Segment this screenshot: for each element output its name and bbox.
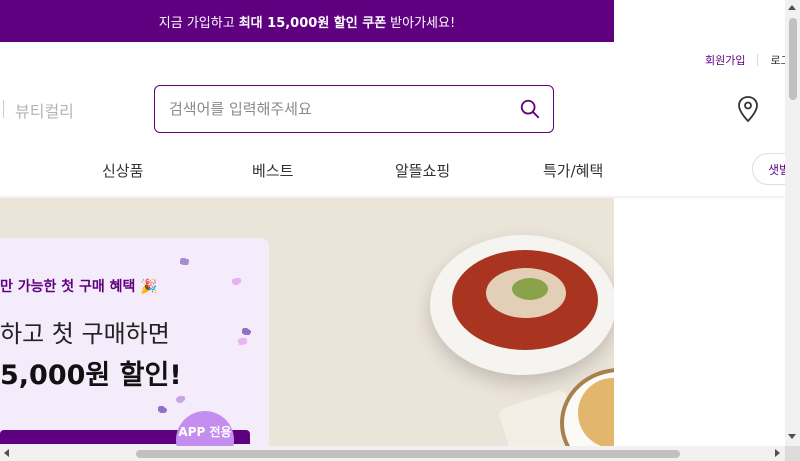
scroll-right-icon[interactable] xyxy=(775,449,780,457)
user-menu-divider xyxy=(757,54,759,66)
nav-item-new[interactable]: 신상품 xyxy=(102,160,143,181)
vertical-scroll-thumb[interactable] xyxy=(789,18,797,100)
scroll-down-icon[interactable] xyxy=(788,434,796,439)
confetti-icon xyxy=(232,278,241,285)
nav-item-best[interactable]: 베스트 xyxy=(252,160,293,181)
scroll-up-icon[interactable] xyxy=(788,5,796,10)
confetti-icon xyxy=(242,328,251,335)
topbar-highlight: 최대 15,000원 할인 쿠폰 xyxy=(238,15,387,31)
main-banner[interactable]: 만 가능한 첫 구매 혜택 🎉 하고 첫 구매하면 5,000원 할인! APP… xyxy=(0,198,614,446)
confetti-icon xyxy=(176,396,185,403)
promo-line-1: 만 가능한 첫 구매 혜택 🎉 xyxy=(0,279,158,295)
brand-divider xyxy=(3,100,4,118)
beauty-kurly-tab[interactable]: 뷰티컬리 xyxy=(15,98,74,122)
scroll-left-icon[interactable] xyxy=(4,449,9,457)
horizontal-scroll-thumb[interactable] xyxy=(136,450,680,458)
scrollbar-corner xyxy=(785,446,800,461)
confetti-icon xyxy=(158,406,167,413)
signup-link[interactable]: 회원가입 xyxy=(705,52,745,68)
topbar-suffix: 받아가세요! xyxy=(390,15,456,31)
banner-garnish xyxy=(512,278,548,300)
location-pin-icon[interactable] xyxy=(736,95,760,123)
horizontal-scrollbar[interactable] xyxy=(0,446,785,461)
topbar-prefix: 지금 가입하고 xyxy=(158,15,235,31)
promo-line-2: 하고 첫 구매하면 xyxy=(0,320,170,348)
confetti-icon xyxy=(238,338,247,345)
search-box xyxy=(154,85,554,133)
confetti-icon xyxy=(180,258,189,265)
promo-card[interactable]: 만 가능한 첫 구매 혜택 🎉 하고 첫 구매하면 5,000원 할인! xyxy=(0,238,269,446)
search-input[interactable] xyxy=(169,98,509,120)
promo-line-3: 5,000원 할인! xyxy=(0,360,182,391)
promo-top-bar[interactable]: 지금 가입하고 최대 15,000원 할인 쿠폰 받아가세요! xyxy=(0,0,614,42)
search-icon[interactable] xyxy=(519,98,541,120)
vertical-scrollbar[interactable] xyxy=(785,0,800,446)
user-menu: 회원가입 로그 xyxy=(705,52,791,68)
nav-item-deals[interactable]: 특가/혜택 xyxy=(543,160,603,181)
nav-item-bargain[interactable]: 알뜰쇼핑 xyxy=(395,160,450,181)
category-nav: 신상품 베스트 알뜰쇼핑 특가/혜택 샛별 xyxy=(0,150,800,196)
